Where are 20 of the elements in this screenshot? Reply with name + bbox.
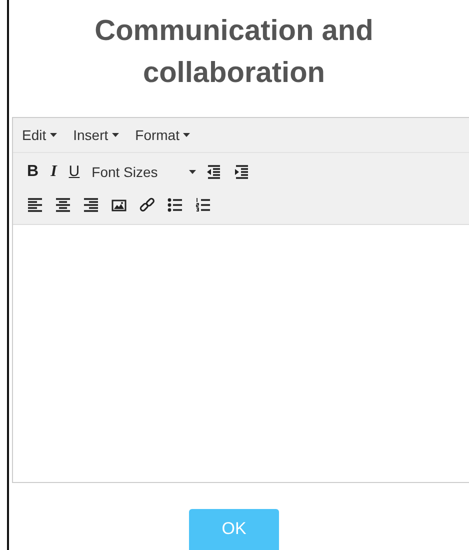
menu-button[interactable]: Edit (17, 127, 62, 143)
outdent-icon (206, 164, 222, 180)
caret-icon (50, 133, 58, 137)
bullet-list-icon (167, 196, 183, 212)
numbered-list-icon (195, 196, 211, 212)
bold-button[interactable]: B (21, 158, 45, 186)
caret-icon (112, 133, 120, 137)
align-center-icon (55, 196, 71, 212)
italic-button[interactable]: I (44, 158, 63, 186)
link-icon (139, 196, 155, 212)
caret-icon (188, 170, 196, 174)
caret-icon (183, 133, 190, 137)
menu-button[interactable]: Format (130, 127, 196, 143)
indent-icon (234, 164, 250, 180)
dialog-title: Communication and collaboration (94, 14, 374, 91)
align-right-icon (83, 196, 99, 212)
underline-button[interactable]: U (62, 158, 86, 186)
menu-button[interactable]: Insert (68, 127, 124, 143)
align-left-icon (27, 196, 43, 212)
font-size-dropdown[interactable]: Font Sizes (86, 158, 200, 186)
